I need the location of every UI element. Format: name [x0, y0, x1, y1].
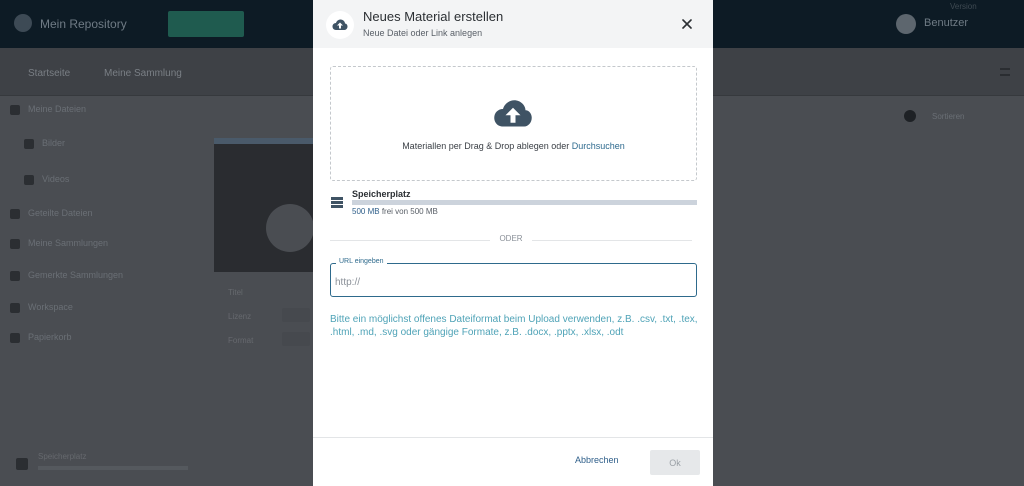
url-field-label: URL eingeben	[336, 258, 387, 265]
sort-label: Sortieren	[932, 112, 965, 121]
close-button[interactable]	[677, 14, 697, 34]
video-icon	[24, 174, 34, 185]
sidebar-item-videos[interactable]: Videos	[24, 174, 69, 185]
user-avatar[interactable]	[896, 14, 916, 34]
storage-label: Speicherplatz	[352, 189, 411, 199]
sidebar-item-trash[interactable]: Papierkorb	[10, 332, 72, 343]
breadcrumb-root[interactable]: Startseite	[28, 68, 70, 79]
or-divider: ODER	[330, 234, 692, 246]
storage-list-icon	[331, 195, 343, 213]
card-meta-license: Lizenz	[228, 312, 252, 321]
sidebar-item-label: Meine Sammlungen	[28, 238, 109, 248]
dialog-subtitle: Neue Datei oder Link anlegen	[363, 28, 483, 38]
card-meta-pill	[282, 332, 310, 346]
version-text: Version	[950, 2, 977, 11]
breadcrumb-current[interactable]: Meine Sammlung	[104, 68, 182, 79]
browse-link[interactable]: Durchsuchen	[572, 141, 625, 151]
sidebar: Meine Dateien Bilder Videos Geteilte Dat…	[0, 96, 200, 486]
create-new-button[interactable]	[168, 11, 244, 37]
user-menu[interactable]: Benutzer	[924, 17, 968, 29]
or-divider-text: ODER	[499, 234, 523, 243]
url-field: URL eingeben	[330, 258, 697, 297]
storage-free-value: 500 MB	[352, 207, 380, 216]
sidebar-item-label: Gemerkte Sammlungen	[28, 270, 124, 280]
collection-icon	[10, 238, 20, 249]
sidebar-item-label: Papierkorb	[28, 332, 72, 342]
dialog-footer: Abbrechen Ok	[313, 437, 713, 486]
sort-icon	[904, 110, 916, 122]
storage-summary-bar	[38, 466, 188, 470]
folder-icon	[10, 104, 20, 115]
storage-amount: 500 MB frei von 500 MB	[352, 207, 438, 216]
filter-icon[interactable]	[1000, 68, 1010, 76]
workspace-icon	[10, 302, 20, 313]
bookmark-icon	[10, 270, 20, 281]
app-logo-icon	[14, 14, 32, 32]
cloud-upload-icon	[326, 11, 354, 39]
file-format-hint: Bitte ein möglichst offenes Dateiformat …	[330, 314, 698, 338]
trash-icon	[10, 332, 20, 343]
dialog-header: Neues Material erstellen Neue Datei oder…	[313, 0, 713, 48]
close-icon	[682, 19, 692, 29]
storage-progress-bar	[352, 200, 697, 205]
divider-line-right	[532, 240, 692, 241]
dialog-title: Neues Material erstellen	[363, 9, 504, 24]
storage-total-text: frei von 500 MB	[381, 207, 438, 216]
file-dropzone[interactable]: Materiallen per Drag & Drop ablegen oder…	[330, 66, 697, 181]
card-thumbnail-icon	[266, 204, 314, 252]
sidebar-item-my-files[interactable]: Meine Dateien	[10, 104, 86, 115]
material-card[interactable]	[214, 138, 314, 272]
sidebar-item-label: Videos	[42, 174, 70, 184]
sidebar-item-workspace[interactable]: Workspace	[10, 302, 73, 313]
sidebar-item-label: Bilder	[42, 138, 66, 148]
new-material-dialog: Neues Material erstellen Neue Datei oder…	[313, 0, 713, 486]
cloud-upload-icon	[492, 99, 534, 134]
sidebar-item-saved-collections[interactable]: Gemerkte Sammlungen	[10, 270, 123, 281]
repository-selector[interactable]: Mein Repository	[40, 17, 127, 31]
storage-icon	[16, 458, 28, 470]
url-input[interactable]	[335, 274, 690, 290]
sidebar-item-shared[interactable]: Geteilte Dateien	[10, 208, 93, 219]
sidebar-item-label: Geteilte Dateien	[28, 208, 93, 218]
sidebar-item-label: Meine Dateien	[28, 104, 87, 114]
sidebar-item-images[interactable]: Bilder	[24, 138, 65, 149]
card-meta-pill	[282, 308, 310, 322]
image-icon	[24, 138, 34, 149]
ok-button[interactable]: Ok	[650, 450, 700, 475]
dropzone-text: Materiallen per Drag & Drop ablegen oder…	[331, 141, 696, 151]
card-meta-format: Format	[228, 336, 254, 345]
dropzone-instruction: Materiallen per Drag & Drop ablegen oder	[402, 141, 572, 151]
sidebar-item-collections[interactable]: Meine Sammlungen	[10, 238, 108, 249]
storage-summary-label: Speicherplatz	[38, 452, 87, 461]
card-title: Titel	[228, 288, 243, 297]
cancel-button[interactable]: Abbrechen	[575, 455, 619, 465]
sidebar-item-label: Workspace	[28, 302, 73, 312]
share-icon	[10, 208, 20, 219]
